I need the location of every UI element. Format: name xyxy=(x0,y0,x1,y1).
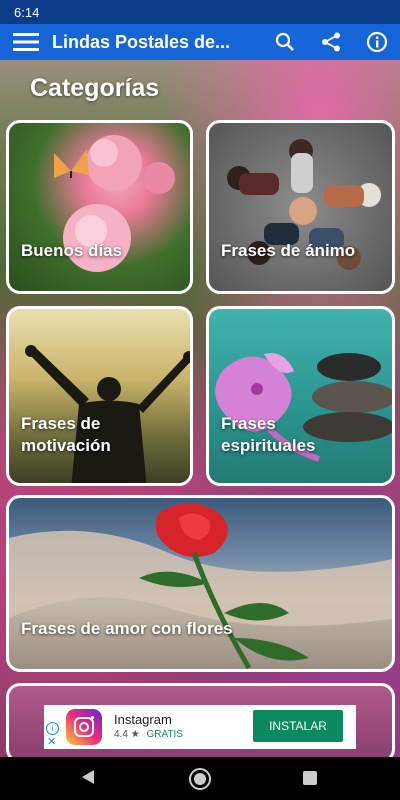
search-icon xyxy=(275,32,294,51)
ad-info-icon[interactable]: i xyxy=(46,722,59,735)
category-label: Frases de amor con flores xyxy=(21,619,233,638)
category-label: Frases de ánimo xyxy=(221,241,356,260)
rose-and-hands-image xyxy=(9,503,392,669)
status-time: 6:14 xyxy=(14,4,40,20)
instagram-app-icon xyxy=(66,709,102,745)
recent-apps-icon[interactable] xyxy=(303,771,317,785)
home-icon[interactable] xyxy=(189,768,211,790)
ad-banner[interactable]: i ✕ Instagram 4.4 ★ GRATIS INSTALAR xyxy=(44,705,356,749)
category-card-frases-de-amor-con-flores[interactable]: Frases de amor con flores xyxy=(6,495,395,672)
info-icon xyxy=(366,31,388,53)
share-icon xyxy=(322,32,340,52)
category-card-buenos-dias[interactable]: Buenos días xyxy=(6,120,193,294)
stones-and-flower-image xyxy=(215,353,392,462)
search-button[interactable] xyxy=(262,24,308,60)
person-arms-raised-image xyxy=(25,345,190,483)
category-card-frases-espirituales[interactable]: Frases espirituales xyxy=(206,306,395,486)
category-card-frases-de-motivacion[interactable]: Frases de motivación xyxy=(6,306,193,486)
hands-together-image xyxy=(227,139,381,270)
install-button[interactable]: INSTALAR xyxy=(253,710,343,742)
system-nav-bar xyxy=(0,757,400,800)
share-button[interactable] xyxy=(308,24,354,60)
ad-rating: 4.4 ★ GRATIS xyxy=(114,729,183,740)
app-title: Lindas Postales de... xyxy=(52,31,231,52)
hamburger-icon xyxy=(13,33,39,51)
ad-app-name: Instagram xyxy=(114,712,172,727)
ad-close-icon[interactable]: ✕ xyxy=(47,735,56,748)
star-icon: ★ xyxy=(130,729,140,740)
flower-image xyxy=(54,135,175,272)
section-title: Categorías xyxy=(30,74,160,102)
category-label: Frases de motivación xyxy=(21,414,111,455)
info-button[interactable] xyxy=(354,24,400,60)
category-card-frases-de-animo[interactable]: Frases de ánimo xyxy=(206,120,395,294)
back-icon[interactable] xyxy=(82,770,94,784)
menu-button[interactable] xyxy=(0,24,52,60)
status-bar: 6:14 xyxy=(0,0,400,24)
categories-content: Categorías Buenos días Frases de ánimo F… xyxy=(0,60,400,757)
category-label: Buenos días xyxy=(21,241,123,260)
category-label: Frases espirituales xyxy=(221,414,316,455)
app-bar: Lindas Postales de... xyxy=(0,24,400,60)
